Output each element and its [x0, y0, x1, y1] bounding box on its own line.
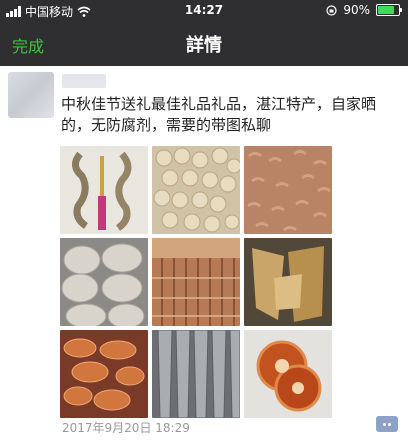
nav-bar: 完成 詳情 — [0, 20, 408, 66]
status-right: 90% — [326, 3, 402, 17]
photo-dried-fruit-slices[interactable] — [244, 330, 332, 418]
dot-icon — [383, 422, 386, 426]
photo-grid — [60, 146, 340, 418]
photo-dried-fish-stack[interactable] — [60, 238, 148, 326]
battery-icon — [376, 4, 402, 16]
battery-fill — [378, 6, 394, 14]
photo-dried-scallops[interactable] — [152, 146, 240, 234]
photo-dried-fish-whole[interactable] — [152, 330, 240, 418]
photo-drying-racks[interactable] — [152, 238, 240, 326]
orientation-lock-icon — [326, 4, 337, 16]
post-text: 中秋佳节送礼最佳礼品礼品，湛江特产，自家晒的，无防腐剂，需要的带图私聊 — [61, 95, 377, 134]
username-blurred[interactable] — [62, 74, 106, 88]
moment-post: 中秋佳节送礼最佳礼品礼品，湛江特产，自家晒的，无防腐剂，需要的带图私聊 2017… — [0, 66, 408, 441]
comment-button[interactable] — [376, 416, 398, 432]
avatar[interactable] — [8, 72, 54, 118]
battery-percent: 90% — [343, 3, 370, 17]
photo-dried-prawns[interactable] — [60, 330, 148, 418]
status-bar: 中国移动 14:27 90% — [0, 0, 408, 20]
photo-dried-seahorses[interactable] — [60, 146, 148, 234]
dot-icon — [388, 422, 391, 426]
post-timestamp: 2017年9月20日 18:29 — [62, 421, 190, 435]
page-title: 詳情 — [186, 35, 222, 56]
photo-dried-shrimp[interactable] — [244, 146, 332, 234]
photo-dried-fish-fillets[interactable] — [244, 238, 332, 326]
